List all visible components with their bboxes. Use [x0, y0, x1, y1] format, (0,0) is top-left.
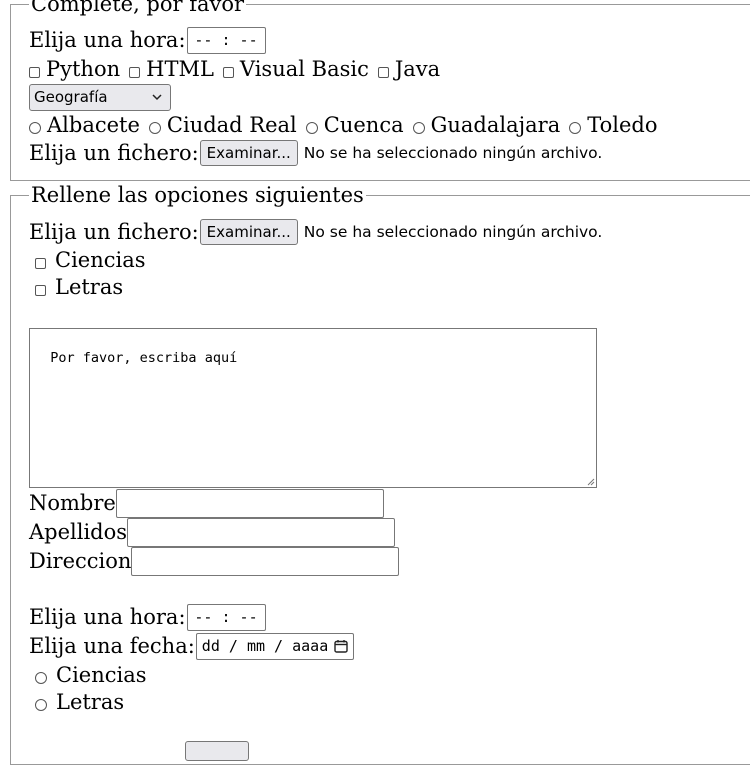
surname-label: Apellidos	[29, 520, 128, 544]
radio-label: Ciudad Real	[166, 113, 297, 137]
radio-label: Albacete	[47, 113, 140, 137]
fieldset-legend: Rellene las opciones siguientes	[29, 182, 366, 208]
checkbox-label: HTML	[146, 57, 214, 81]
checkbox-label: Ciencias	[55, 248, 146, 272]
checkbox-label: Python	[46, 57, 121, 81]
checkbox[interactable]	[222, 66, 234, 78]
checkbox[interactable]	[377, 66, 389, 78]
time-placeholder: -- : --	[194, 31, 258, 49]
time-placeholder: -- : --	[194, 608, 258, 626]
time-input[interactable]: -- : --	[186, 26, 266, 54]
city-option[interactable]: Guadalajara	[412, 113, 561, 137]
file-status: No se ha seleccionado ningún archivo.	[303, 223, 603, 241]
select-value: Geografía	[34, 88, 108, 106]
calendar-icon[interactable]	[334, 639, 348, 653]
language-option[interactable]: HTML	[129, 57, 214, 81]
address-row: Direccion	[29, 546, 400, 576]
subject-checkbox-option[interactable]: Letras	[29, 275, 123, 299]
textarea-text: Por favor, escriba aquí	[50, 350, 238, 366]
checkbox[interactable]	[35, 257, 46, 269]
browse-button[interactable]: Examinar...	[199, 140, 298, 166]
checkbox-row: Letras	[29, 273, 132, 301]
radio[interactable]	[569, 122, 582, 134]
submit-button[interactable]	[185, 741, 249, 761]
time-input[interactable]: -- : --	[186, 603, 266, 631]
checkbox[interactable]	[35, 284, 46, 296]
subject-select[interactable]: Geografía	[29, 83, 171, 111]
file-label: Elija un fichero:	[29, 141, 199, 165]
radio-label: Letras	[56, 690, 125, 714]
checkbox-label: Letras	[55, 275, 124, 299]
file-row-2: Elija un fichero: Examinar... No se ha s…	[29, 218, 602, 246]
file-label: Elija un fichero:	[29, 220, 199, 244]
subject-radio-option[interactable]: Letras	[29, 690, 124, 714]
surname-row: Apellidos	[29, 517, 396, 547]
subject-checkbox-option[interactable]: Ciencias	[29, 248, 146, 272]
radio-label: Toledo	[587, 113, 658, 137]
file-row: Elija un fichero: Examinar... No se ha s…	[29, 139, 602, 167]
date-row: Elija una fecha: dd / mm / aaaa	[29, 632, 355, 660]
city-option[interactable]: Ciudad Real	[148, 113, 297, 137]
radio[interactable]	[305, 122, 318, 134]
checkbox[interactable]	[29, 66, 40, 78]
checkbox-label: Java	[394, 57, 441, 81]
radio[interactable]	[29, 122, 41, 134]
radio-label: Guadalajara	[430, 113, 561, 137]
radio[interactable]	[148, 122, 161, 134]
time-label: Elija una hora:	[29, 605, 186, 629]
radio-row: Letras	[29, 688, 133, 716]
checkbox-row: Ciencias	[29, 246, 155, 274]
name-label: Nombre	[29, 491, 116, 515]
language-option[interactable]: Python	[29, 57, 120, 81]
select-row: Geografía	[29, 83, 171, 111]
surname-input[interactable]	[127, 517, 396, 547]
radio[interactable]	[35, 699, 47, 711]
date-placeholder: dd / mm / aaaa	[201, 637, 329, 655]
fieldset-legend: Complete, por favor	[29, 0, 247, 17]
radio-row: Ciencias	[29, 661, 156, 689]
city-option[interactable]: Albacete	[29, 113, 140, 137]
file-status: No se ha seleccionado ningún archivo.	[303, 144, 603, 162]
checkbox-label: Visual Basic	[239, 57, 369, 81]
radio[interactable]	[35, 672, 47, 684]
subject-radio-option[interactable]: Ciencias	[29, 663, 147, 687]
address-input[interactable]	[131, 546, 400, 576]
city-option[interactable]: Cuenca	[305, 113, 404, 137]
name-row: Nombre	[29, 488, 384, 518]
browse-button[interactable]: Examinar...	[199, 219, 298, 245]
language-option[interactable]: Visual Basic	[222, 57, 369, 81]
cities-row: Albacete Ciudad Real Cuenca Guadalajara …	[29, 111, 666, 139]
name-input[interactable]	[115, 488, 384, 518]
languages-row: Python HTML Visual Basic Java	[29, 55, 449, 83]
checkbox[interactable]	[129, 66, 141, 78]
time-row: Elija una hora: -- : --	[29, 26, 266, 54]
city-option[interactable]: Toledo	[569, 113, 657, 137]
date-input[interactable]: dd / mm / aaaa	[195, 632, 355, 660]
chevron-down-icon	[152, 93, 162, 100]
language-option[interactable]: Java	[377, 57, 441, 81]
address-label: Direccion	[29, 549, 132, 573]
resize-grip-icon[interactable]	[585, 476, 595, 486]
time-row-2: Elija una hora: -- : --	[29, 603, 266, 631]
comments-textarea[interactable]: Por favor, escriba aquí	[29, 328, 597, 488]
radio[interactable]	[412, 122, 425, 134]
radio-label: Ciencias	[56, 663, 147, 687]
date-label: Elija una fecha:	[29, 634, 195, 658]
time-label: Elija una hora:	[29, 28, 186, 52]
radio-label: Cuenca	[323, 113, 404, 137]
